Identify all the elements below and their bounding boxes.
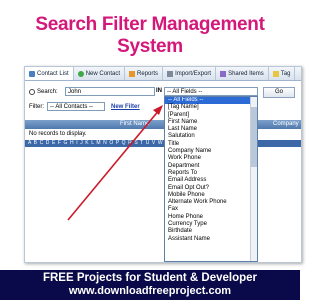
tab-bar: Contact List New Contact Reports Import/…: [25, 67, 301, 81]
field-dropdown-list[interactable]: -- All Fields -- [Tag Name] [Parent] Fir…: [164, 96, 258, 262]
dropdown-option[interactable]: Company Name: [165, 148, 257, 155]
footer-line-1: FREE Projects for Student & Developer: [42, 272, 258, 284]
search-label: Search:: [37, 89, 58, 95]
search-input[interactable]: John: [65, 87, 155, 96]
dropdown-option[interactable]: Title: [165, 141, 257, 148]
tab-tag[interactable]: Tag: [269, 67, 296, 80]
tab-label: Shared Items: [228, 70, 264, 77]
new-contact-icon: [77, 70, 84, 77]
dropdown-option[interactable]: -- All Fields --: [165, 97, 257, 105]
dropdown-option[interactable]: First Name: [165, 119, 257, 126]
dropdown-option[interactable]: Last Name: [165, 126, 257, 133]
search-icon: [29, 89, 35, 95]
reports-icon: [129, 70, 136, 77]
tab-shared-items[interactable]: Shared Items: [216, 67, 269, 80]
tab-label: Tag: [280, 70, 291, 77]
empty-message: No records to display.: [29, 131, 87, 137]
filter-select[interactable]: -- All Contacts --: [47, 102, 105, 111]
dropdown-option[interactable]: Work Phone: [165, 155, 257, 162]
import-export-icon: [167, 70, 174, 77]
grid-header: First Name Company: [25, 120, 301, 129]
dropdown-option[interactable]: Reports To: [165, 170, 257, 177]
app-screenshot: Contact List New Contact Reports Import/…: [24, 66, 302, 263]
in-label: IN: [156, 88, 162, 94]
dropdown-option[interactable]: Home Phone: [165, 214, 257, 221]
dropdown-option[interactable]: Department: [165, 163, 257, 170]
tab-new-contact[interactable]: New Contact: [74, 67, 126, 80]
dropdown-option[interactable]: Alternate Work Phone: [165, 199, 257, 206]
field-select[interactable]: -- All Fields --: [164, 87, 258, 96]
column-company[interactable]: Company: [273, 121, 299, 127]
go-button[interactable]: Go: [263, 87, 295, 98]
shared-items-icon: [220, 70, 227, 77]
tag-icon: [272, 70, 279, 77]
tab-label: Reports: [137, 70, 159, 77]
dropdown-option[interactable]: Birthdate: [165, 228, 257, 235]
tab-import-export[interactable]: Import/Export: [163, 67, 217, 80]
filter-row: Filter: -- All Contacts -- New Filter: [29, 102, 140, 111]
tab-reports[interactable]: Reports: [125, 67, 164, 80]
alphabet-filter-bar[interactable]: A B C D E F G H I J K L M N O P Q R S T …: [25, 140, 301, 147]
new-filter-link[interactable]: New Filter: [111, 104, 140, 110]
dropdown-option[interactable]: Email Opt Out?: [165, 185, 257, 192]
page-title: Search Filter Management System: [35, 14, 265, 57]
column-first-name[interactable]: First Name: [120, 121, 149, 127]
footer-banner: FREE Projects for Student & Developer ww…: [0, 270, 300, 300]
filter-label: Filter:: [29, 103, 44, 110]
dropdown-option[interactable]: Salutation: [165, 133, 257, 140]
tab-label: Import/Export: [175, 70, 212, 77]
dropdown-option[interactable]: Fax: [165, 206, 257, 213]
dropdown-option[interactable]: [Tag Name]: [165, 104, 257, 111]
tab-label: Contact List: [37, 70, 69, 77]
dropdown-option[interactable]: [Parent]: [165, 112, 257, 119]
tab-label: New Contact: [85, 70, 121, 77]
scrollbar-thumb[interactable]: [251, 107, 257, 167]
search-row: Search:: [29, 87, 58, 97]
dropdown-option[interactable]: Currency Type: [165, 221, 257, 228]
dropdown-option[interactable]: Mobile Phone: [165, 192, 257, 199]
contact-list-icon: [29, 70, 35, 77]
tab-contact-list[interactable]: Contact List: [25, 67, 74, 80]
dropdown-option[interactable]: Email Address: [165, 177, 257, 184]
footer-line-2: www.downloadfreeproject.com: [68, 285, 232, 297]
dropdown-option[interactable]: Assistant Name: [165, 236, 257, 243]
dropdown-scrollbar[interactable]: [250, 97, 257, 261]
